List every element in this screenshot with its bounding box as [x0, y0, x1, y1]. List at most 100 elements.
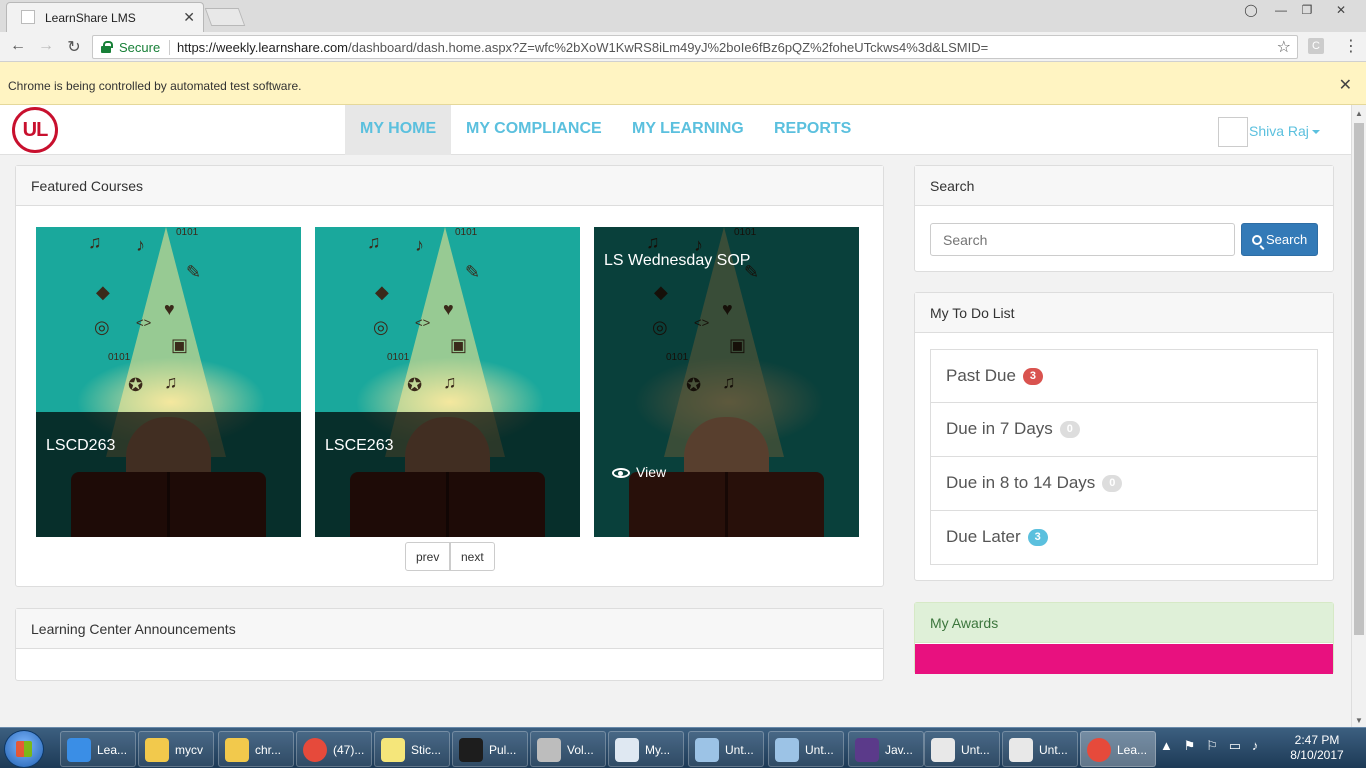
taskbar-item[interactable]: Jav...	[848, 731, 924, 767]
bookmark-star-icon[interactable]: ☆	[1277, 37, 1291, 57]
taskbar-item-label: My...	[645, 743, 671, 757]
page-favicon-icon	[21, 10, 35, 24]
minimize-window-icon[interactable]: —	[1270, 2, 1292, 18]
url-text[interactable]: https://weekly.learnshare.com/dashboard/…	[177, 40, 988, 55]
next-button[interactable]: next	[450, 542, 495, 571]
browser-menu-icon[interactable]: ⋮	[1343, 36, 1359, 56]
count-badge: 0	[1059, 421, 1080, 438]
taskbar-item[interactable]: Pul...	[452, 731, 528, 767]
chevron-down-icon	[1311, 130, 1320, 135]
back-icon[interactable]: ←	[8, 37, 28, 55]
nav-my-learning[interactable]: MY LEARNING	[617, 105, 759, 155]
user-name[interactable]: Shiva Raj	[1249, 123, 1320, 139]
taskbar-item[interactable]: Lea...	[1080, 731, 1156, 767]
taskbar-item-label: Unt...	[725, 743, 754, 757]
todo-list: Past Due 3 Due in 7 Days 0 Due in 8 to 14 …	[930, 349, 1318, 565]
course-title[interactable]: LSCE263	[325, 437, 394, 455]
user-profile-icon[interactable]: ◯	[1240, 2, 1262, 18]
forward-icon[interactable]: →	[36, 37, 56, 55]
course-card[interactable]: ♫ ♪ 0101 ✎ ◆ ♥ ◎ <> ▣ 0101 ✪ ♫ LS Wednes…	[594, 227, 859, 537]
nav-my-compliance[interactable]: MY COMPLIANCE	[451, 105, 617, 155]
eye-icon	[612, 468, 630, 479]
taskbar-item-label: (47)...	[333, 743, 365, 757]
scroll-thumb[interactable]	[1354, 123, 1364, 635]
chrome-icon	[1087, 738, 1111, 762]
reload-icon[interactable]: ↻	[64, 37, 84, 57]
todo-item-due-8-14-days[interactable]: Due in 8 to 14 Days 0	[930, 457, 1318, 511]
search-input[interactable]	[930, 223, 1235, 256]
search-button[interactable]: Search	[1241, 223, 1318, 256]
featured-courses-heading: Featured Courses	[16, 166, 883, 206]
restore-window-icon[interactable]: ❐	[1296, 2, 1318, 18]
display-icon[interactable]: ▭	[1229, 738, 1241, 753]
course-title[interactable]: LSCD263	[46, 437, 115, 455]
scroll-down-icon[interactable]: ▼	[1355, 716, 1363, 725]
search-panel: Search Search	[914, 165, 1334, 272]
course-overlay	[594, 227, 859, 537]
taskbar-item-label: Unt...	[1039, 743, 1068, 757]
featured-courses-panel: Featured Courses ♫ ♪ 0101 ✎ ◆ ♥ ◎ <> ▣ 0…	[15, 165, 884, 587]
view-course-link[interactable]: View	[612, 464, 666, 480]
new-tab-button[interactable]	[204, 8, 246, 26]
close-tab-icon[interactable]: ✕	[183, 9, 195, 26]
todo-label: Due in 8 to 14 Days	[946, 473, 1096, 492]
workbench-icon	[615, 738, 639, 762]
taskbar-item[interactable]: Unt...	[924, 731, 1000, 767]
show-hidden-icons-icon[interactable]: ▲	[1160, 738, 1173, 753]
taskbar-item[interactable]: Unt...	[1002, 731, 1078, 767]
taskbar-item[interactable]: Vol...	[530, 731, 606, 767]
ul-logo[interactable]: UL	[12, 107, 58, 153]
todo-item-due-later[interactable]: Due Later 3	[930, 511, 1318, 565]
site-header: UL MY HOME MY COMPLIANCE MY LEARNING REP…	[0, 105, 1351, 155]
tab-title: LearnShare LMS	[45, 11, 136, 25]
clock-date: 8/10/2017	[1290, 748, 1344, 762]
extension-icon[interactable]: C	[1308, 38, 1324, 54]
todo-panel: My To Do List Past Due 3 Due in 7 Days 0 D…	[914, 292, 1334, 581]
course-title[interactable]: LS Wednesday SOP	[604, 252, 750, 270]
user-name-label: Shiva Raj	[1249, 123, 1309, 139]
count-badge: 0	[1102, 475, 1123, 492]
flag-icon[interactable]: ⚐	[1206, 738, 1218, 753]
volume-icon[interactable]: ♪	[1252, 738, 1259, 753]
scroll-up-icon[interactable]: ▲	[1355, 109, 1363, 118]
url-host: https://weekly.learnshare.com	[177, 40, 348, 55]
address-bar[interactable]: Secure https://weekly.learnshare.com/das…	[92, 35, 1298, 59]
count-badge: 3	[1022, 368, 1043, 385]
taskbar-clock[interactable]: 2:47 PM 8/10/2017	[1282, 733, 1352, 763]
todo-item-past-due[interactable]: Past Due 3	[930, 349, 1318, 403]
announcements-panel: Learning Center Announcements	[15, 608, 884, 681]
taskbar-item[interactable]: Stic...	[374, 731, 450, 767]
taskbar-item-label: Pul...	[489, 743, 517, 757]
infobar-message: Chrome is being controlled by automated …	[8, 79, 302, 93]
automation-infobar: Chrome is being controlled by automated …	[0, 62, 1366, 105]
close-infobar-icon[interactable]: ✕	[1339, 75, 1352, 95]
taskbar-item[interactable]: My...	[608, 731, 684, 767]
sticky-notes-icon	[381, 738, 405, 762]
view-label: View	[636, 464, 667, 480]
taskbar-item-label: mycv	[175, 743, 203, 757]
taskbar-item[interactable]: chr...	[218, 731, 294, 767]
close-window-icon[interactable]: ✕	[1330, 2, 1352, 18]
taskbar-item[interactable]: mycv	[138, 731, 214, 767]
page-scrollbar[interactable]: ▲ ▼	[1351, 105, 1366, 727]
taskbar-item-label: Stic...	[411, 743, 442, 757]
network-icon[interactable]: ⚑	[1184, 738, 1196, 753]
taskbar-item-label: Vol...	[567, 743, 594, 757]
pulse-icon	[459, 738, 483, 762]
search-button-label: Search	[1266, 232, 1308, 247]
course-card[interactable]: ♫ ♪ 0101 ✎ ◆ ♥ ◎ <> ▣ 0101 ✪ ♫ LSCD263	[36, 227, 301, 537]
taskbar-item-label: Jav...	[885, 743, 913, 757]
taskbar-item[interactable]: Unt...	[688, 731, 764, 767]
taskbar-item[interactable]: Lea...	[60, 731, 136, 767]
start-button[interactable]	[4, 730, 44, 768]
nav-reports[interactable]: REPORTS	[759, 105, 866, 155]
folder-icon	[225, 738, 249, 762]
todo-item-due-7-days[interactable]: Due in 7 Days 0	[930, 403, 1318, 457]
paint-icon	[931, 738, 955, 762]
nav-my-home[interactable]: MY HOME	[345, 105, 452, 155]
prev-button[interactable]: prev	[405, 542, 451, 571]
browser-tab[interactable]: LearnShare LMS ✕	[6, 2, 204, 32]
taskbar-item[interactable]: (47)...	[296, 731, 372, 767]
course-card[interactable]: ♫ ♪ 0101 ✎ ◆ ♥ ◎ <> ▣ 0101 ✪ ♫ LSCE263	[315, 227, 580, 537]
taskbar-item[interactable]: Unt...	[768, 731, 844, 767]
